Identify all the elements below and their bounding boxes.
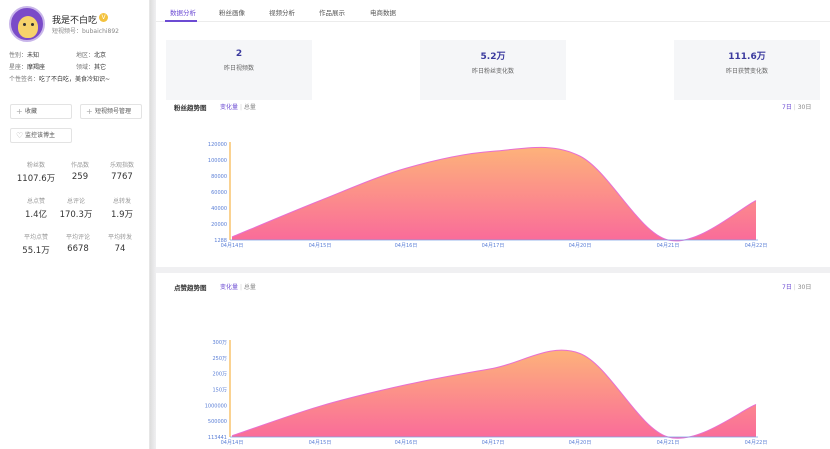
toggle-divider: | <box>239 104 242 111</box>
tab-video-analysis[interactable]: 视频分析 <box>269 7 295 17</box>
x-tick-label: 04月21日 <box>657 440 680 446</box>
y-tick-label: 500000 <box>208 419 227 425</box>
profile-sidebar: 我是不白吃 V 短视频号：bubaichi892 性别：未知 地区：北京 星座：… <box>0 0 150 449</box>
y-tick-label: 200万 <box>212 372 227 378</box>
x-tick-label: 04月22日 <box>745 440 768 446</box>
stat-item: 作品数 259 <box>70 162 89 182</box>
area-series <box>232 350 756 439</box>
stat-item: 乐观指数 7767 <box>109 162 134 182</box>
y-tick-label: 1000000 <box>205 403 227 409</box>
y-tick-label: 20000 <box>211 222 227 228</box>
kpi-card: 5.2万 昨日粉丝变化数 <box>420 40 566 100</box>
avatar-eye <box>31 23 34 26</box>
tab-data-analysis[interactable]: 数据分析 <box>170 7 196 17</box>
account-id: 短视频号：bubaichi892 <box>52 28 119 35</box>
toggle-total[interactable]: 总量 <box>244 104 256 111</box>
range-divider: | <box>793 284 796 291</box>
avatar-eye <box>23 23 26 26</box>
stat-item: 平均转发 74 <box>107 234 132 254</box>
main-panel: 2 昨日视频数 5.2万 昨日粉丝变化数 111.6万 昨日获赞变化数 粉丝趋势图 变… <box>156 22 830 449</box>
fans-range-toggle: 7日 | 30日 <box>782 102 811 111</box>
x-tick-label: 04月14日 <box>221 440 244 446</box>
stat-item: 平均评论 6678 <box>65 234 90 254</box>
toggle-divider: | <box>239 284 242 291</box>
tab-works[interactable]: 作品展示 <box>319 7 345 17</box>
stat-item: 平均点赞 55.1万 <box>22 234 50 256</box>
y-tick-label: 80000 <box>211 174 227 180</box>
stat-item: 总转发 1.9万 <box>110 198 134 220</box>
y-tick-label: 150万 <box>212 388 227 394</box>
y-tick-label: 120000 <box>208 142 227 148</box>
y-tick-label: 40000 <box>211 206 227 212</box>
x-tick-label: 04月21日 <box>657 243 680 249</box>
x-tick-label: 04月15日 <box>309 440 332 446</box>
kpi-card: 111.6万 昨日获赞变化数 <box>674 40 820 100</box>
fans-trend-chart: 12000010000080000600004000020000128804月1… <box>208 142 768 249</box>
x-tick-label: 04月16日 <box>395 243 418 249</box>
favorite-button[interactable]: + 收藏 <box>10 104 72 119</box>
likes-chart-toggle: 变化量 | 总量 <box>220 282 256 291</box>
x-tick-label: 04月17日 <box>482 440 505 446</box>
constellation-info: 星座：摩羯座 <box>9 64 46 71</box>
plus-icon: + <box>16 107 23 116</box>
stat-item: 粉丝数 1107.6万 <box>16 162 56 184</box>
stat-item: 总评论 170.3万 <box>59 198 93 220</box>
avatar[interactable] <box>9 6 45 42</box>
toggle-change[interactable]: 变化量 <box>220 104 238 111</box>
x-tick-label: 04月17日 <box>482 243 505 249</box>
x-tick-label: 04月14日 <box>221 243 244 249</box>
region-info: 地区：北京 <box>76 52 107 59</box>
signature-info: 个性签名：吃了不白吃，美食冷知识~ <box>9 76 111 83</box>
field-info: 领域：其它 <box>76 64 107 71</box>
likes-trend-chart: 300万250万200万150万100000050000011344104月14… <box>205 340 768 446</box>
toggle-total[interactable]: 总量 <box>244 284 256 291</box>
y-tick-label: 300万 <box>212 340 227 346</box>
x-tick-label: 04月20日 <box>569 440 592 446</box>
toggle-change[interactable]: 变化量 <box>220 284 238 291</box>
tab-ecommerce[interactable]: 电商数据 <box>370 7 396 17</box>
area-series <box>232 147 756 241</box>
manage-account-button[interactable]: + 短视频号管理 <box>80 104 142 119</box>
stat-item: 总点赞 1.4亿 <box>24 198 48 220</box>
x-tick-label: 04月15日 <box>309 243 332 249</box>
y-tick-label: 60000 <box>211 190 227 196</box>
tab-fan-profile[interactable]: 粉丝画像 <box>219 7 245 17</box>
y-tick-label: 100000 <box>208 158 227 164</box>
avatar-face <box>18 16 38 38</box>
fans-chart-toggle: 变化量 | 总量 <box>220 102 256 111</box>
range-30d[interactable]: 30日 <box>798 284 812 291</box>
range-7d[interactable]: 7日 <box>782 284 792 291</box>
kpi-card: 2 昨日视频数 <box>166 40 312 100</box>
likes-chart-title: 点赞趋势图 <box>174 284 207 292</box>
top-tabs: 数据分析 粉丝画像 视频分析 作品展示 电商数据 <box>156 0 830 22</box>
x-tick-label: 04月16日 <box>395 440 418 446</box>
x-tick-label: 04月20日 <box>569 243 592 249</box>
profile-name: 我是不白吃 <box>52 16 98 26</box>
verified-badge-icon: V <box>99 13 108 22</box>
section-divider <box>156 267 830 273</box>
gender-info: 性别：未知 <box>9 52 40 59</box>
x-tick-label: 04月22日 <box>745 243 768 249</box>
range-divider: | <box>793 104 796 111</box>
fans-chart-title: 粉丝趋势图 <box>174 104 207 112</box>
range-30d[interactable]: 30日 <box>798 104 812 111</box>
monitor-button[interactable]: ♡ 监控该博主 <box>10 128 72 143</box>
heart-icon: ♡ <box>16 131 24 140</box>
y-tick-label: 250万 <box>212 356 227 362</box>
likes-range-toggle: 7日 | 30日 <box>782 282 811 291</box>
range-7d[interactable]: 7日 <box>782 104 792 111</box>
plus-icon: + <box>86 107 93 116</box>
